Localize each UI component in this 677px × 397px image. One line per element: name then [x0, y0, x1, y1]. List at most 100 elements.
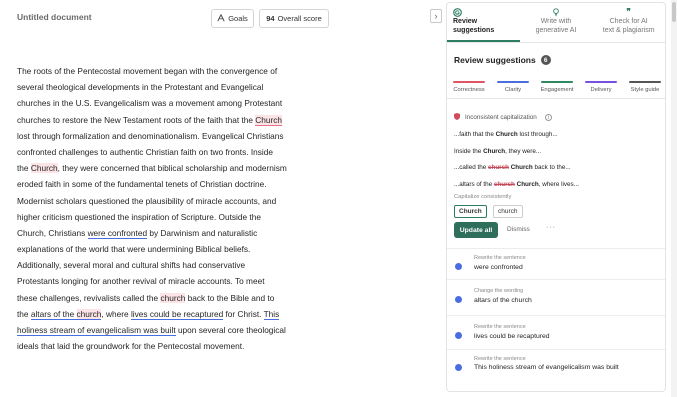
- suggestion-card[interactable]: Rewrite the sentence lives could be reca…: [447, 315, 665, 349]
- snippet-text: ...faith that the: [454, 131, 496, 138]
- scrollbar-thumb[interactable]: [672, 2, 676, 22]
- line-text: by Darwinism and naturalistic: [147, 227, 258, 238]
- overall-score-button[interactable]: 94 Overall score: [259, 9, 329, 28]
- flagged-text[interactable]: holiness stream of evangelicalism was bu…: [17, 325, 176, 336]
- document-line[interactable]: the altars of the church, where lives co…: [17, 306, 347, 322]
- line-text: the: [17, 163, 31, 174]
- suggestion-count-badge: 6: [540, 55, 551, 65]
- snippet-removed: church: [493, 181, 515, 188]
- category-engagement[interactable]: Engagement: [535, 79, 579, 98]
- line-text: The roots of the Pentecostal movement be…: [17, 66, 278, 76]
- flagged-text[interactable]: church: [76, 308, 102, 320]
- suggestion-card[interactable]: Rewrite the sentence This holiness strea…: [447, 349, 665, 383]
- goals-label: Goals: [228, 14, 248, 23]
- clarity-dot-icon: [455, 296, 462, 303]
- category-style-guide[interactable]: Style guide: [623, 79, 665, 98]
- clarity-dot-icon: [455, 263, 462, 270]
- goals-icon: [217, 13, 225, 24]
- tab-review-suggestions[interactable]: Review suggestions: [447, 3, 520, 42]
- category-correctness[interactable]: Correctness: [447, 79, 491, 98]
- document-line[interactable]: churches to restore the New Testament ro…: [17, 112, 347, 128]
- document-line[interactable]: Protestants longing for another revival …: [17, 273, 347, 289]
- flagged-text[interactable]: altars of the: [30, 308, 77, 320]
- issue-snippet[interactable]: ...called the church Church back to the.…: [454, 164, 571, 171]
- document-line[interactable]: eroded faith in some of the fundamental …: [17, 176, 347, 192]
- line-text: the: [17, 308, 31, 319]
- more-options-icon[interactable]: ···: [546, 224, 556, 231]
- snippet-highlight: Church: [508, 164, 533, 171]
- snippet-text: ...altars of the: [454, 181, 494, 188]
- issue-snippet[interactable]: ...faith that the Church lost through...: [454, 131, 558, 138]
- flagged-text[interactable]: lives could be recaptured: [130, 308, 224, 320]
- document-line[interactable]: the Church, they were concerned that bib…: [17, 160, 347, 176]
- snippet-text: , they were...: [505, 148, 542, 155]
- line-text: these challenges, revivalists called the: [17, 292, 161, 303]
- tab-generative-ai[interactable]: Write with generative AI: [520, 3, 593, 42]
- suggestion-card[interactable]: Rewrite the sentence were confronted: [447, 248, 665, 278]
- suggestion-card[interactable]: Change the wording altars of the church: [447, 279, 665, 315]
- tab-label-line1: Check for AI: [609, 18, 648, 25]
- tab-ai-plagiarism-check[interactable]: ❞ Check for AI text & plagiarism: [592, 3, 665, 42]
- flagged-text[interactable]: Church: [255, 114, 283, 126]
- category-delivery[interactable]: Delivery: [579, 79, 623, 98]
- document-line[interactable]: holiness stream of evangelicalism was bu…: [17, 322, 347, 338]
- category-label: Delivery: [590, 87, 612, 93]
- document-line[interactable]: these challenges, revivalists called the…: [17, 290, 347, 306]
- document-line[interactable]: Additionally, several moral and cultural…: [17, 257, 347, 273]
- collapse-panel-button[interactable]: ›: [430, 9, 442, 23]
- document-title[interactable]: Untitled document: [17, 12, 92, 22]
- line-text: churches to restore the New Testament ro…: [17, 114, 256, 125]
- issue-title: Inconsistent capitalization: [465, 114, 537, 121]
- grammar-logo-icon: [453, 8, 514, 17]
- card-text: lives could be recaptured: [474, 333, 550, 340]
- category-clarity[interactable]: Clarity: [491, 79, 535, 98]
- card-text: were confronted: [474, 264, 523, 271]
- issue-snippet[interactable]: ...altars of the church Church, where li…: [454, 181, 579, 188]
- tab-label-line1: Review: [453, 18, 478, 25]
- flagged-text[interactable]: This: [263, 308, 280, 320]
- line-text: churches in the U.S. Evangelicalism was …: [17, 98, 283, 109]
- document-line[interactable]: Church, Christians were confronted by Da…: [17, 225, 347, 241]
- line-text: upon several core theological: [175, 325, 286, 335]
- option-lowercase[interactable]: church: [493, 205, 523, 218]
- snippet-removed: church: [487, 164, 509, 171]
- document-line[interactable]: Modernist scholars questioned the plausi…: [17, 193, 347, 209]
- document-editor[interactable]: Untitled document Goals 94 Overall score…: [0, 0, 428, 397]
- document-line[interactable]: ideals that laid the groundwork for the …: [17, 338, 347, 354]
- line-text: Modernist scholars questioned the plausi…: [17, 195, 277, 206]
- document-line[interactable]: explanations of the world that were unde…: [17, 241, 347, 257]
- category-label: Clarity: [504, 87, 522, 93]
- line-text: for Christ.: [223, 308, 264, 319]
- review-suggestions-heading: Review suggestions 6: [454, 55, 551, 65]
- document-line[interactable]: lost through formalization and denominat…: [17, 128, 347, 144]
- document-body[interactable]: The roots of the Pentecostal movement be…: [17, 63, 347, 354]
- card-label: Rewrite the sentence: [474, 255, 526, 261]
- snippet-text: Inside the: [454, 148, 484, 155]
- chevron-right-icon: ›: [434, 11, 438, 21]
- flagged-text[interactable]: church: [160, 292, 186, 303]
- flagged-text[interactable]: Church: [30, 163, 58, 174]
- issue-header: Inconsistent capitalization i: [454, 113, 552, 122]
- document-line[interactable]: several theological developments in the …: [17, 79, 347, 95]
- flagged-text[interactable]: were confronted: [87, 227, 148, 239]
- document-line[interactable]: churches in the U.S. Evangelicalism was …: [17, 95, 347, 111]
- document-line[interactable]: higher criticism questioned the inspirat…: [17, 209, 347, 225]
- clarity-dot-icon: [455, 332, 462, 339]
- update-all-button[interactable]: Update all: [454, 222, 498, 238]
- info-icon[interactable]: i: [544, 114, 552, 121]
- document-line[interactable]: The roots of the Pentecostal movement be…: [17, 63, 347, 79]
- goals-button[interactable]: Goals: [211, 9, 254, 28]
- line-text: Protestants longing for another revival …: [17, 276, 265, 287]
- line-text: lost through formalization and denominat…: [17, 130, 284, 141]
- tab-label-line1: Write with: [540, 18, 572, 25]
- document-line[interactable]: confronted challenges to authentic Chris…: [17, 144, 347, 160]
- option-capitalized[interactable]: Church: [454, 205, 487, 218]
- snippet-text: ...called the: [454, 164, 488, 171]
- issue-snippet[interactable]: Inside the Church, they were...: [454, 148, 541, 155]
- page-scrollbar[interactable]: [671, 0, 677, 397]
- score-label: Overall score: [277, 14, 322, 23]
- review-suggestions-title: Review suggestions: [454, 55, 536, 65]
- snippet-highlight: Church: [514, 181, 539, 188]
- line-text: eroded faith in some of the fundamental …: [17, 179, 267, 190]
- dismiss-button[interactable]: Dismiss: [507, 226, 530, 233]
